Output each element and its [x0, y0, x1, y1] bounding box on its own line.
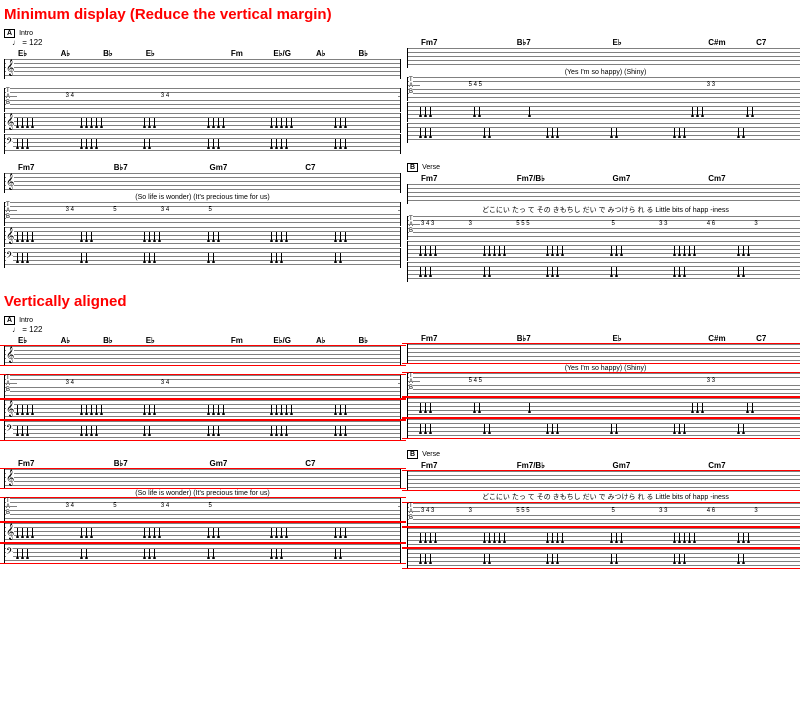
staff-tab-2a: TAB3 453 45: [4, 202, 401, 226]
marker-a2-label: Intro: [19, 317, 33, 324]
staff-treble-3a: 𝄞: [4, 346, 401, 366]
tab-label-icon: TAB: [6, 498, 10, 516]
lyric-4a: (So life is wonder) (It's precious time …: [4, 490, 401, 497]
tab-label-icon: TAB: [6, 88, 10, 106]
treble-clef-icon: 𝄞: [6, 174, 14, 188]
marker-a: A: [4, 29, 15, 38]
staff-bass-3b: [407, 419, 800, 439]
staff-bass-4a: 𝄢: [4, 544, 401, 564]
bass-clef-icon: 𝄢: [6, 423, 13, 437]
score-row-2: Fm7B♭7Gm7C7 𝄞 (So life is wonder) (It's …: [4, 161, 800, 283]
panel-1a: A Intro ♩ = 122 E♭A♭B♭E♭FmE♭/GA♭B♭ 𝄞 TAB3…: [4, 27, 401, 155]
chords-3b: Fm7B♭7E♭C#mC7: [407, 334, 800, 343]
chords-3a: E♭A♭B♭E♭FmE♭/GA♭B♭: [4, 336, 401, 345]
staff-treble-1b: [407, 48, 800, 68]
staff-treble-2b: [407, 184, 800, 204]
staff-tab-1a: TAB3 43 4: [4, 88, 401, 112]
section-minimum: Minimum display (Reduce the vertical mar…: [4, 6, 800, 283]
chords-4a: Fm7B♭7Gm7C7: [4, 459, 401, 468]
staff-tab-2b: TAB3 4 335 5 553 34 63: [407, 216, 800, 240]
treble-clef-icon: 𝄞: [6, 60, 14, 74]
staff-treble2-4b: [407, 528, 800, 548]
tab-label-icon: TAB: [409, 77, 413, 95]
panel-1b: Fm7B♭7E♭C#mC7 (Yes I'm so happy) (Shiny)…: [407, 27, 800, 155]
staff-bass-2b: [407, 262, 800, 282]
tab-label-icon: TAB: [6, 202, 10, 220]
staff-tab-4a: TAB3 453 45: [4, 498, 401, 522]
staff-bass-4b: [407, 549, 800, 569]
panel-4a: Fm7B♭7Gm7C7 𝄞 (So life is wonder) (It's …: [4, 448, 401, 570]
panel-4b: B Verse Fm7Fm7/B♭Gm7Cm7 どこにい たっ て その きもちし…: [407, 448, 800, 570]
marker-b2: B: [407, 450, 418, 459]
panel-3a: A Intro ♩ = 122 E♭A♭B♭E♭FmE♭/GA♭B♭ 𝄞 TAB3…: [4, 314, 401, 442]
staff-bass-3a: 𝄢: [4, 421, 401, 441]
tab-label-icon: TAB: [6, 375, 10, 393]
tab-label-icon: TAB: [409, 373, 413, 391]
treble-clef-icon: 𝄞: [6, 401, 14, 415]
title-minimum: Minimum display (Reduce the vertical mar…: [4, 6, 800, 23]
staff-treble2-2b: [407, 241, 800, 261]
treble-clef-icon: 𝄞: [6, 114, 14, 128]
staff-treble-4b: [407, 471, 800, 491]
bass-clef-icon: 𝄢: [6, 546, 13, 560]
title-aligned: Vertically aligned: [4, 293, 800, 310]
marker-b-label: Verse: [422, 164, 440, 171]
staff-tab-4b: TAB3 4 335 5 553 34 63: [407, 503, 800, 527]
panel-3b: Fm7B♭7E♭C#mC7 (Yes I'm so happy) (Shiny)…: [407, 314, 800, 442]
staff-treble-3b: [407, 344, 800, 364]
score-row-3: A Intro ♩ = 122 E♭A♭B♭E♭FmE♭/GA♭B♭ 𝄞 TAB3…: [4, 314, 800, 442]
score-row-1: A Intro ♩ = 122 E♭A♭B♭E♭FmE♭/GA♭B♭ 𝄞 TAB3…: [4, 27, 800, 155]
tempo: ♩ = 122: [12, 38, 401, 47]
staff-treble2-2a: 𝄞: [4, 227, 401, 247]
staff-treble-1a: 𝄞: [4, 59, 401, 79]
staff-treble2-3b: [407, 398, 800, 418]
bass-clef-icon: 𝄢: [6, 250, 13, 264]
staff-treble2-3a: 𝄞: [4, 400, 401, 420]
marker-b2-label: Verse: [422, 451, 440, 458]
tab-label-icon: TAB: [409, 216, 413, 234]
lyric-3a: [4, 367, 401, 374]
staff-treble2-1b: [407, 102, 800, 122]
panel-2b: B Verse Fm7Fm7/B♭Gm7Cm7 どこにい たっ て その きもちし…: [407, 161, 800, 283]
chords-2a: Fm7B♭7Gm7C7: [4, 163, 401, 172]
treble-clef-icon: 𝄞: [6, 524, 14, 538]
staff-treble2-4a: 𝄞: [4, 523, 401, 543]
chords-1b: Fm7B♭7E♭C#mC7: [407, 38, 800, 47]
staff-bass-1b: [407, 123, 800, 143]
chords-4b: Fm7Fm7/B♭Gm7Cm7: [407, 461, 800, 470]
lyric-4b: どこにい たっ て その きもちし だい で みつけら れ る Little b…: [407, 492, 800, 502]
treble-clef-icon: 𝄞: [6, 470, 14, 484]
lyric-2a: (So life is wonder) (It's precious time …: [4, 194, 401, 201]
score-row-4: Fm7B♭7Gm7C7 𝄞 (So life is wonder) (It's …: [4, 448, 800, 570]
staff-bass-1a: 𝄢: [4, 134, 401, 154]
chords-2b: Fm7Fm7/B♭Gm7Cm7: [407, 174, 800, 183]
treble-clef-icon: 𝄞: [6, 228, 14, 242]
tempo2: ♩ = 122: [12, 325, 401, 334]
staff-tab-3b: TAB5 4 53 3: [407, 373, 800, 397]
staff-tab-3a: TAB3 43 4: [4, 375, 401, 399]
staff-treble-4a: 𝄞: [4, 469, 401, 489]
section-aligned: Vertically aligned A Intro ♩ = 122 E♭A♭B♭…: [4, 293, 800, 570]
staff-treble-2a: 𝄞: [4, 173, 401, 193]
marker-b: B: [407, 163, 418, 172]
staff-tab-1b: TAB5 4 53 3: [407, 77, 800, 101]
lyric-3b: (Yes I'm so happy) (Shiny): [407, 365, 800, 372]
bass-clef-icon: 𝄢: [6, 136, 13, 150]
tab-label-icon: TAB: [409, 503, 413, 521]
chords-1a: E♭A♭B♭E♭FmE♭/GA♭B♭: [4, 49, 401, 58]
staff-bass-2a: 𝄢: [4, 248, 401, 268]
lyric-2b: どこにい たっ て その きもちし だい で みつけら れ る Little b…: [407, 205, 800, 215]
treble-clef-icon: 𝄞: [6, 347, 14, 361]
marker-a-label: Intro: [19, 30, 33, 37]
lyric-1a: [4, 80, 401, 87]
panel-2a: Fm7B♭7Gm7C7 𝄞 (So life is wonder) (It's …: [4, 161, 401, 283]
marker-a2: A: [4, 316, 15, 325]
lyric-1b: (Yes I'm so happy) (Shiny): [407, 69, 800, 76]
staff-treble2-1a: 𝄞: [4, 113, 401, 133]
